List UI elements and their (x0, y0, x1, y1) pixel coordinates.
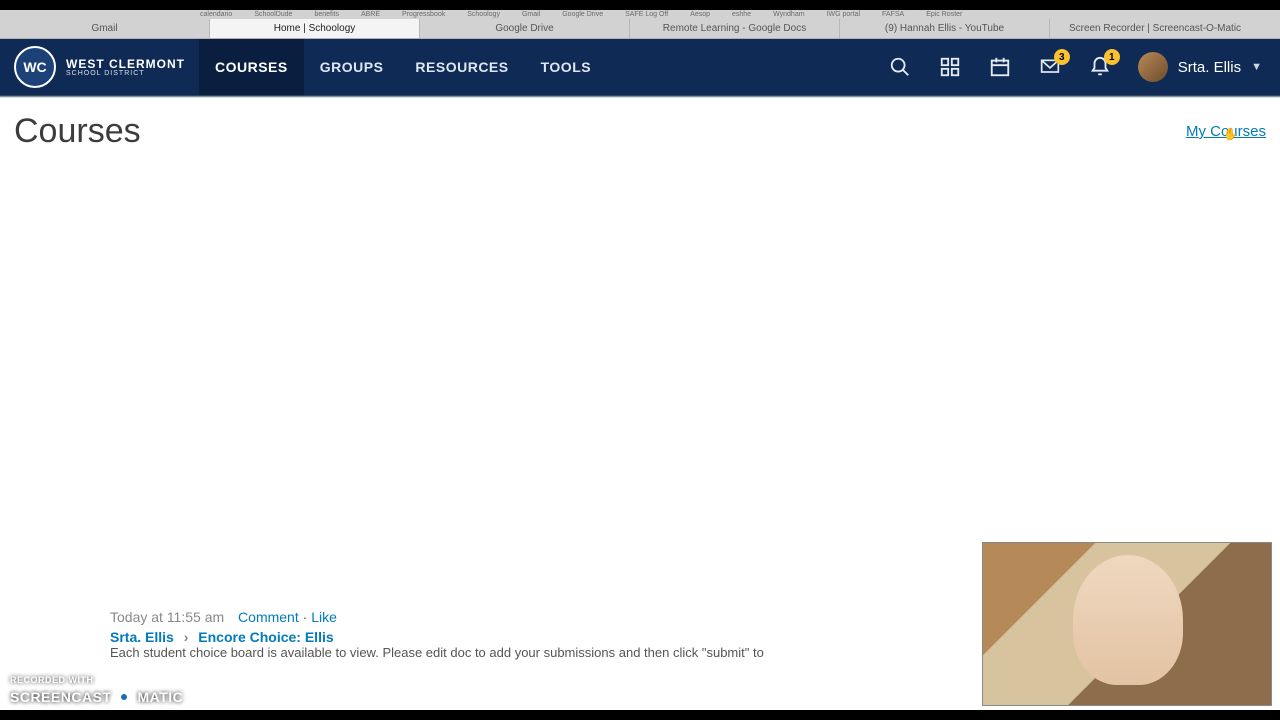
bookmark-item[interactable]: Gmail (522, 11, 540, 18)
bookmark-item[interactable]: SAFE Log Off (625, 11, 668, 18)
user-name: Srta. Ellis (1178, 59, 1241, 76)
user-menu[interactable]: Srta. Ellis ▼ (1138, 52, 1262, 82)
like-link[interactable]: Like (311, 609, 337, 625)
bookmark-item[interactable]: benefits (314, 11, 339, 18)
bookmark-item[interactable]: eshhe (732, 11, 751, 18)
mail-icon[interactable]: 3 (1038, 55, 1062, 79)
webcam-overlay (982, 542, 1272, 706)
watermark: RECORDED WITH SCREENCASTMATIC (10, 676, 183, 708)
bookmark-item[interactable]: Wyndham (773, 11, 804, 18)
bookmark-item[interactable]: Progressbook (402, 11, 445, 18)
brand-line1: WEST CLERMONT (66, 58, 185, 70)
bookmark-item[interactable]: IWG portal (827, 11, 860, 18)
brand-line2: SCHOOL DISTRICT (66, 70, 185, 77)
apps-grid-icon[interactable] (938, 55, 962, 79)
activity-feed: Today at 11:55 am Comment · Like Srta. E… (40, 605, 980, 660)
bookmark-item[interactable]: Google Drive (562, 11, 603, 18)
feed-course[interactable]: Encore Choice: Ellis (198, 629, 333, 645)
logo[interactable]: WC WEST CLERMONT SCHOOL DISTRICT (0, 46, 199, 88)
bell-icon[interactable]: 1 (1088, 55, 1112, 79)
app-header: WC WEST CLERMONT SCHOOL DISTRICT COURSES… (0, 39, 1280, 95)
bookmark-item[interactable]: Aesop (690, 11, 710, 18)
feed-time: Today at 11:55 am (110, 609, 224, 625)
logo-badge: WC (14, 46, 56, 88)
feed-desc: Each student choice board is available t… (110, 645, 980, 660)
nav-courses[interactable]: COURSES (199, 39, 304, 95)
bookmarks-bar: calendario SchoolDude benefits ABRE Progress… (0, 10, 1280, 19)
my-courses-link[interactable]: My Courses (1186, 123, 1266, 140)
bookmark-item[interactable]: calendario (200, 11, 232, 18)
browser-tab[interactable]: Remote Learning - Google Docs (630, 19, 840, 38)
browser-tab[interactable]: Google Drive (420, 19, 630, 38)
avatar (1138, 52, 1168, 82)
search-icon[interactable] (888, 55, 912, 79)
bookmark-item[interactable]: Epic Roster (926, 11, 962, 18)
browser-tab[interactable]: Home | Schoology (210, 19, 420, 38)
bookmark-item[interactable]: ABRE (361, 11, 380, 18)
browser-tab[interactable]: Screen Recorder | Screencast-O-Matic (1050, 19, 1260, 38)
browser-tab[interactable]: (9) Hannah Ellis - YouTube (840, 19, 1050, 38)
nav-resources[interactable]: RESOURCES (399, 39, 524, 95)
feed-author[interactable]: Srta. Ellis (110, 629, 174, 645)
bookmark-item[interactable]: SchoolDude (254, 11, 292, 18)
calendar-icon[interactable] (988, 55, 1012, 79)
bookmark-item[interactable]: FAFSA (882, 11, 904, 18)
nav-tools[interactable]: TOOLS (525, 39, 607, 95)
bookmark-item[interactable]: Schoology (467, 11, 500, 18)
nav-groups[interactable]: GROUPS (304, 39, 400, 95)
notif-badge: 1 (1104, 49, 1120, 65)
page-title: Courses (14, 112, 141, 151)
browser-tab[interactable]: Gmail (0, 19, 210, 38)
mail-badge: 3 (1054, 49, 1070, 65)
chevron-down-icon: ▼ (1251, 61, 1262, 73)
comment-link[interactable]: Comment (238, 609, 299, 625)
browser-tabs: GmailHome | SchoologyGoogle DriveRemote … (0, 19, 1280, 39)
